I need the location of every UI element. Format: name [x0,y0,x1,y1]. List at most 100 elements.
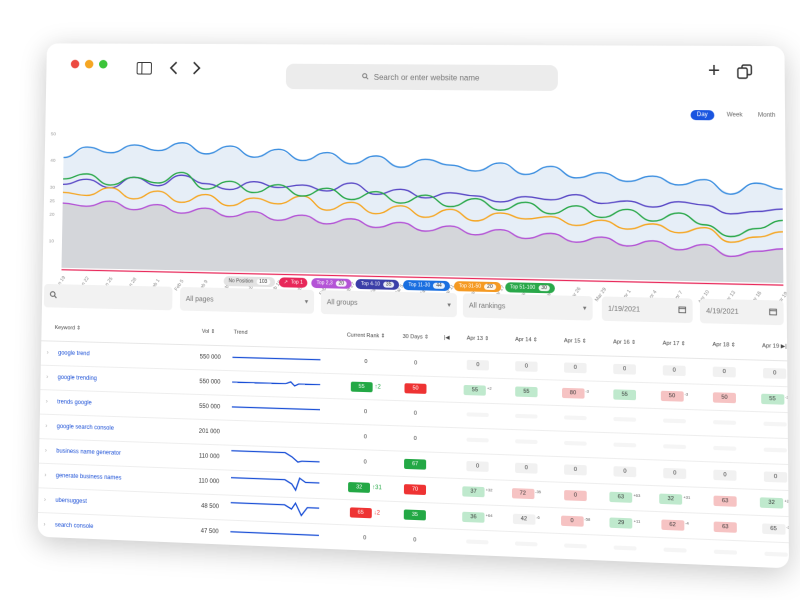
date-rank-value: 0 [561,516,584,527]
col-date-6[interactable]: Apr 18 ⇕ [699,331,749,359]
keyword-text[interactable]: google search console [57,424,114,432]
30-days-cell: 0 [391,426,439,453]
maximize-window-button[interactable] [99,60,108,69]
expand-row-icon[interactable]: › [43,522,45,528]
back-arrow-icon[interactable] [167,59,181,76]
rank-change-value: -2 [786,524,789,529]
date-rank-cell [600,407,650,434]
rank-change-value: +32 [486,487,493,492]
close-window-button[interactable] [71,60,80,69]
date-rank-cell [551,533,600,561]
col-keyword[interactable]: Keyword ⇕ [41,315,184,345]
date-rank-value: 0 [613,466,636,477]
date-rank-value: 0 [466,461,488,472]
new-tab-button[interactable]: + [706,62,723,80]
30-days-cell: 0 [391,400,439,427]
pages-dropdown[interactable]: All pages ▾ [180,287,314,314]
expand-row-icon[interactable]: › [44,473,46,479]
30-days-cell: 67 [391,451,439,478]
30-days-cell: 50 [391,375,439,402]
keyword-text[interactable]: trends google [57,399,92,406]
sidebar-toggle-icon[interactable] [136,59,153,76]
legend-pill-4[interactable]: Top 4-10 35 [356,279,400,290]
col-date-4[interactable]: Apr 16 ⇕ [600,329,649,357]
legend-label: Top 4-10 [361,281,380,287]
legend-pill-5[interactable]: Top 11-30 44 [403,280,449,291]
current-rank-value: 0 [354,432,376,443]
col-date-1[interactable]: Apr 13 ⇕ [454,325,502,353]
date-rank-value: 32 [760,497,783,508]
prev-dates-icon[interactable]: |◀ [440,325,454,352]
keyword-text[interactable]: google trend [58,351,90,358]
date-rank-cell: 0 [502,455,551,482]
date-rank-cell [650,537,700,565]
col-30-days[interactable]: 30 Days ⇕ [392,324,440,352]
30-days-value: 0 [404,535,426,546]
forward-arrow-icon[interactable] [190,59,204,76]
date-rank-value: 55 [464,385,486,396]
col-current-rank[interactable]: Current Rank ⇕ [340,322,392,350]
date-rank-value: 0 [515,361,537,372]
date-to-field[interactable]: 4/19/2021 [700,299,784,326]
date-rank-value: 42 [513,514,535,525]
col-vol[interactable]: Vol ⇕ [184,319,233,346]
spacer-cell [439,452,453,478]
legend-pill-7[interactable]: Top 51-100 30 [505,282,555,293]
date-rank-cell [453,428,502,455]
legend-label: Top 31-50 [459,283,481,290]
rank-change-value: +2 [487,386,492,391]
date-rank-cell: 55 [502,378,551,405]
current-rank-value: 32 [348,482,370,493]
legend-pill-3[interactable]: Top 2,3 20 [312,278,352,289]
address-bar[interactable]: Search or enter website name [286,64,558,91]
rank-change-value: +64 [486,513,493,518]
calendar-icon[interactable] [769,307,777,317]
calendar-icon[interactable] [678,305,686,315]
legend-pill-1[interactable]: No Position 103 [224,276,275,287]
date-from-field[interactable]: 1/19/2021 [602,296,693,323]
date-rank-value [613,443,636,448]
expand-row-icon[interactable]: › [47,350,49,356]
keyword-text[interactable]: search console [55,523,94,531]
trend-sparkline [232,371,340,399]
30-days-value: 50 [404,383,426,394]
keyword-search-field[interactable] [44,284,173,310]
keyword-cell[interactable]: › search console [38,512,182,543]
col-date-2[interactable]: Apr 14 ⇕ [502,326,551,354]
col-date-3[interactable]: Apr 15 ⇕ [551,328,600,356]
date-rank-cell [750,437,789,465]
keyword-text[interactable]: ubersuggest [55,498,87,505]
col-date-5[interactable]: Apr 17 ⇕ [649,330,699,358]
date-rank-cell [600,535,650,563]
legend-pill-6[interactable]: Top 31-50 20 [454,281,501,292]
groups-dropdown[interactable]: All groups ▾ [321,290,457,317]
minimize-window-button[interactable] [85,60,94,69]
date-rank-cell: 62 -4 [650,511,700,539]
expand-row-icon[interactable]: › [44,497,46,503]
tabs-overview-icon[interactable] [735,62,754,80]
search-icon [362,72,369,81]
keyword-text[interactable]: generate business names [56,473,122,481]
rankings-dropdown[interactable]: All rankings ▾ [463,293,593,320]
keyword-text[interactable]: google trending [58,375,97,382]
30-days-cell: 70 [391,476,439,503]
30-days-value: 70 [404,484,426,495]
date-rank-cell: 0 [600,458,650,485]
expand-row-icon[interactable]: › [46,375,48,381]
keyword-text[interactable]: business name generator [56,449,121,457]
current-rank-cell: 55 ↑2 [340,374,392,401]
trend-sparkline [232,395,340,423]
date-rank-value [564,415,587,420]
date-to-value: 4/19/2021 [706,307,739,315]
col-date-7[interactable]: Apr 19 ▶| [749,333,789,362]
date-rank-value: 0 [663,468,686,479]
legend-count: 44 [433,283,445,289]
legend-pill-2[interactable]: ↗ Top 1 [279,277,308,288]
expand-row-icon[interactable]: › [46,399,48,405]
expand-row-icon[interactable]: › [45,424,47,430]
30-days-value: 0 [404,434,426,445]
current-rank-value: 0 [354,533,376,544]
date-rank-value [613,417,636,422]
date-rank-value: 55 [761,394,784,405]
expand-row-icon[interactable]: › [45,448,47,454]
